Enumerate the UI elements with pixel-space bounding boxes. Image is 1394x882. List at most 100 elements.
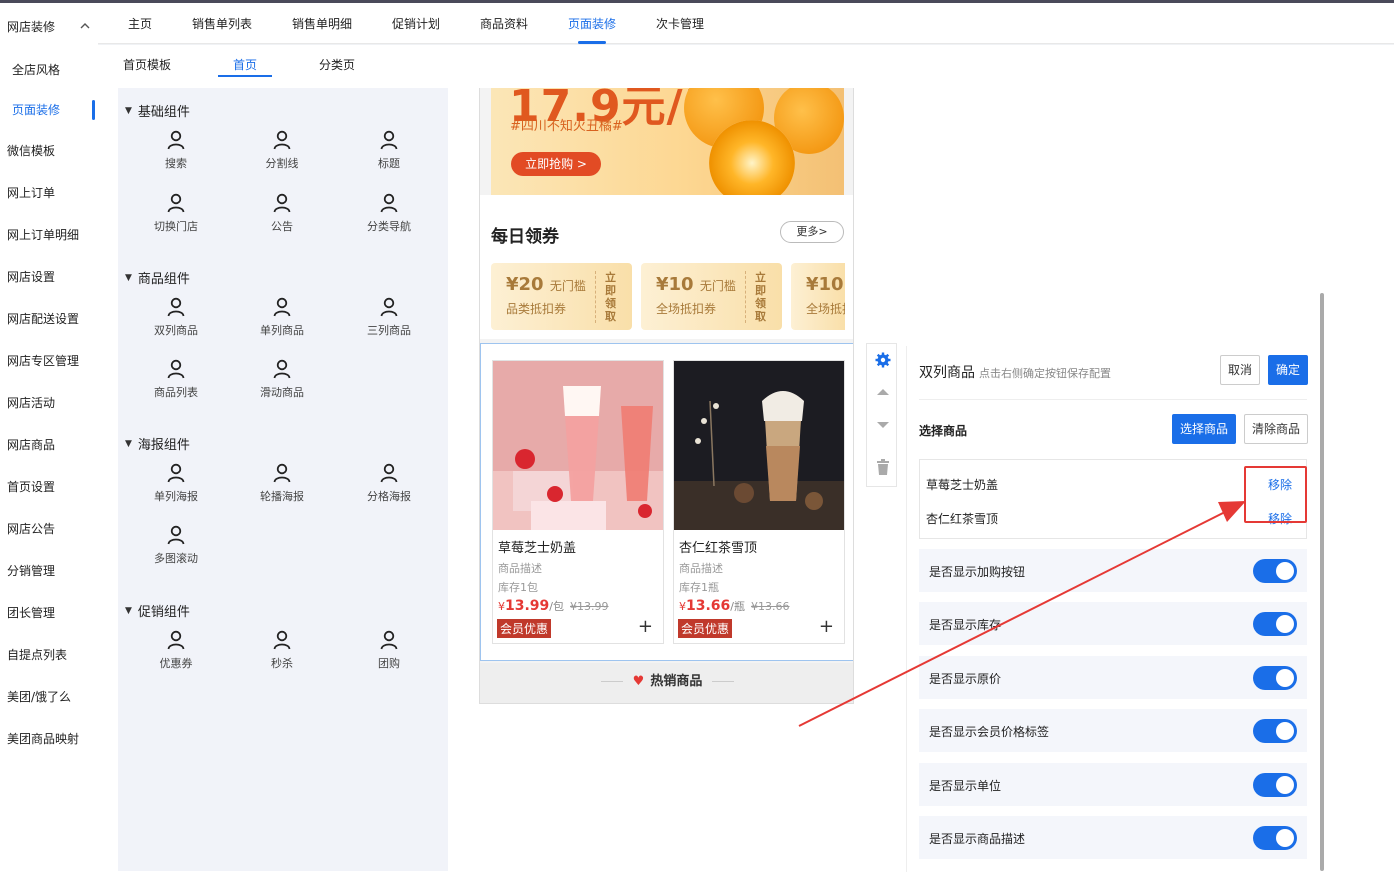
sidebar-item[interactable]: 网上订单	[0, 171, 98, 213]
component-category-nav[interactable]: 分类导航	[349, 193, 429, 234]
confirm-button[interactable]: 确定	[1268, 355, 1308, 385]
more-button[interactable]: 更多>	[780, 221, 844, 243]
component-switch-store[interactable]: 切换门店	[136, 193, 216, 234]
option-show-add-cart: 是否显示加购按钮	[919, 549, 1307, 592]
clear-goods-button[interactable]: 清除商品	[1244, 414, 1308, 444]
goods-price: 13.99	[505, 598, 550, 614]
member-tag: 会员优惠	[497, 619, 552, 638]
coupon-card[interactable]: ¥10 全场抵扣	[791, 263, 845, 330]
goods-image-strawberry-drink	[493, 361, 663, 530]
component-notice[interactable]: 公告	[242, 193, 322, 234]
phone-preview[interactable]: 17.9元/5斤 #四川不知火丑橘# 立即抢购 > 每日领券 更多> ¥20 无…	[479, 88, 854, 704]
group-promotion[interactable]: ▼ 促销组件	[125, 601, 190, 620]
tab-sales-detail[interactable]: 销售单明细	[292, 15, 352, 32]
add-cart-icon[interactable]: +	[638, 616, 653, 637]
component-search[interactable]: 搜索	[136, 130, 216, 171]
sidebar-item[interactable]: 首页设置	[0, 465, 98, 507]
coupon-card[interactable]: ¥10 无门槛 全场抵扣券 立即领取	[641, 263, 782, 330]
component-triple-goods[interactable]: 三列商品	[349, 297, 429, 338]
component-single-goods[interactable]: 单列商品	[242, 297, 322, 338]
toggle-switch[interactable]	[1253, 559, 1297, 583]
toggle-switch[interactable]	[1253, 719, 1297, 743]
add-cart-icon[interactable]: +	[819, 616, 834, 637]
person-icon	[167, 630, 185, 650]
sidebar-item[interactable]: 网店配送设置	[0, 297, 98, 339]
goods-stock: 库存1包	[498, 581, 538, 594]
tab-goods[interactable]: 商品资料	[480, 15, 528, 32]
move-down-icon[interactable]	[867, 419, 898, 433]
move-up-icon[interactable]	[867, 386, 898, 400]
tab-category-page[interactable]: 分类页	[319, 56, 355, 73]
person-icon	[273, 630, 291, 650]
component-multi-scroll[interactable]: 多图滚动	[136, 525, 216, 566]
sidebar-item[interactable]: 美团/饿了么	[0, 675, 98, 717]
banner-buy-button[interactable]: 立即抢购 >	[511, 152, 601, 176]
component-flash-sale[interactable]: 秒杀	[242, 630, 322, 671]
price-currency: ¥	[498, 600, 505, 613]
component-coupon[interactable]: 优惠券	[136, 630, 216, 671]
component-goods-list[interactable]: 商品列表	[136, 359, 216, 400]
tab-page-decor[interactable]: 页面装修	[568, 15, 616, 44]
person-icon	[380, 130, 398, 150]
component-grid-poster[interactable]: 分格海报	[349, 463, 429, 504]
select-goods-button[interactable]: 选择商品	[1172, 414, 1236, 444]
selected-goods-name: 草莓芝士奶盖	[926, 478, 999, 492]
heart-icon: ♥	[632, 674, 645, 689]
component-single-poster[interactable]: 单列海报	[136, 463, 216, 504]
banner-poster[interactable]: 17.9元/5斤 #四川不知火丑橘# 立即抢购 >	[491, 88, 844, 195]
scrollbar[interactable]	[1320, 293, 1324, 871]
group-poster[interactable]: ▼ 海报组件	[125, 434, 190, 453]
component-carousel-poster[interactable]: 轮播海报	[242, 463, 322, 504]
coupon-divider	[595, 271, 596, 323]
goods-orig-price: ¥13.99	[570, 600, 609, 613]
sidebar-group-header[interactable]: 网店装修	[0, 3, 98, 49]
goods-unit: /瓶	[730, 600, 746, 613]
sidebar-item[interactable]: 自提点列表	[0, 633, 98, 675]
toggle-switch[interactable]	[1253, 773, 1297, 797]
sidebar-item[interactable]: 团长管理	[0, 591, 98, 633]
tab-home-template[interactable]: 首页模板	[123, 56, 171, 73]
tab-home[interactable]: 主页	[128, 15, 152, 32]
goods-card[interactable]: 草莓芝士奶盖 商品描述 库存1包 ¥13.99/包 ¥13.99 会员优惠 +	[492, 360, 664, 644]
gear-icon[interactable]	[867, 352, 898, 371]
sidebar-item[interactable]: 网上订单明细	[0, 213, 98, 255]
sidebar-item[interactable]: 微信模板	[0, 129, 98, 171]
sidebar-item[interactable]: 分销管理	[0, 549, 98, 591]
tab-homepage[interactable]: 首页	[217, 56, 273, 77]
sidebar-item-page-decor[interactable]: 页面装修	[0, 89, 98, 129]
component-divider[interactable]: 分割线	[242, 130, 322, 171]
toggle-switch[interactable]	[1253, 612, 1297, 636]
sidebar-item-store-style[interactable]: 全店风格	[0, 49, 98, 89]
sidebar-item[interactable]: 网店公告	[0, 507, 98, 549]
hot-goods-title: 热销商品	[650, 674, 703, 689]
sidebar-item[interactable]: 网店活动	[0, 381, 98, 423]
caret-down-icon: ▼	[125, 272, 132, 283]
tab-card-manage[interactable]: 次卡管理	[656, 15, 704, 32]
component-group-buy[interactable]: 团购	[349, 630, 429, 671]
trash-icon[interactable]	[867, 459, 898, 478]
cancel-button[interactable]: 取消	[1220, 355, 1260, 385]
group-basic[interactable]: ▼ 基础组件	[125, 101, 190, 120]
coupon-amount: ¥10	[656, 274, 694, 295]
toggle-switch[interactable]	[1253, 666, 1297, 690]
component-double-goods[interactable]: 双列商品	[136, 297, 216, 338]
goods-image-almond-tea	[674, 361, 844, 530]
sidebar-item[interactable]: 网店设置	[0, 255, 98, 297]
component-slide-goods[interactable]: 滑动商品	[242, 359, 322, 400]
component-title[interactable]: 标题	[349, 130, 429, 171]
coupon-type: 全场抵扣券	[656, 302, 717, 316]
group-goods[interactable]: ▼ 商品组件	[125, 268, 190, 287]
sidebar-item[interactable]: 网店商品	[0, 423, 98, 465]
option-show-stock: 是否显示库存	[919, 602, 1307, 645]
sidebar-group-label: 网店装修	[7, 19, 56, 34]
double-goods-section[interactable]: 草莓芝士奶盖 商品描述 库存1包 ¥13.99/包 ¥13.99 会员优惠 +	[480, 343, 853, 661]
coupon-card[interactable]: ¥20 无门槛 品类抵扣券 立即领取	[491, 263, 632, 330]
goods-card[interactable]: 杏仁红茶雪顶 商品描述 库存1瓶 ¥13.66/瓶 ¥13.66 会员优惠 +	[673, 360, 845, 644]
sidebar-item[interactable]: 网店专区管理	[0, 339, 98, 381]
tab-sales-list[interactable]: 销售单列表	[192, 15, 252, 32]
tab-promotion[interactable]: 促销计划	[392, 15, 440, 32]
sub-tab-bar: 首页模板 首页 分类页	[98, 45, 1394, 81]
left-sidebar: 网店装修 全店风格 页面装修 微信模板 网上订单 网上订单明细 网店设置 网店配…	[0, 3, 98, 882]
toggle-switch[interactable]	[1253, 826, 1297, 850]
sidebar-item[interactable]: 美团商品映射	[0, 717, 98, 759]
